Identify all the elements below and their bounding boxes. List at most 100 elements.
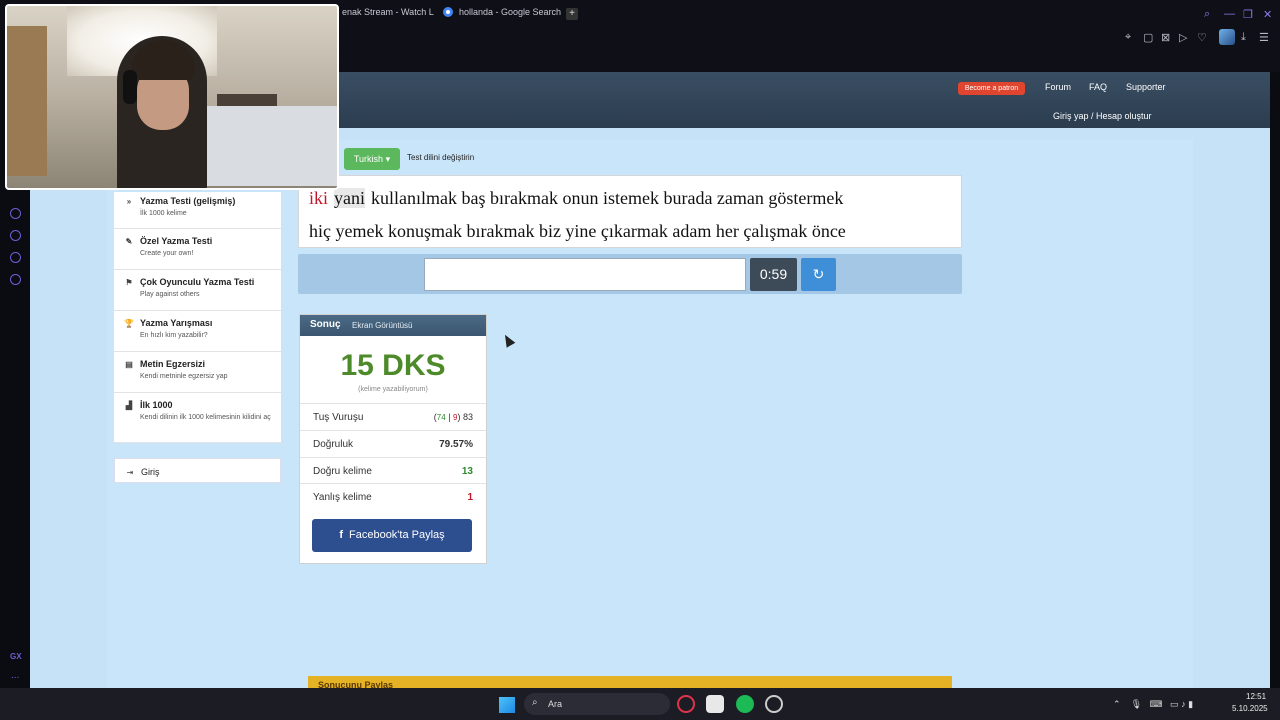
document-icon: ▤ (125, 359, 133, 369)
screenshot-link[interactable]: Ekran Görüntüsü (352, 321, 412, 330)
new-tab-button[interactable]: + (566, 8, 578, 20)
correct-words-row: Doğru kelime 13 (300, 457, 486, 484)
menu-item-subtitle: Kendi metninle egzersiz yap (140, 373, 228, 380)
result-panel: Sonuç Ekran Görüntüsü 15 DKS (kelime yaz… (299, 314, 487, 564)
menu-item-subtitle: Kendi dilinin ilk 1000 kelimesinin kilid… (140, 414, 271, 421)
clock-time[interactable]: 12:51 (1246, 692, 1266, 701)
keystrokes-total: 83 (462, 412, 473, 422)
menu-item-competition[interactable]: 🏆 Yazma Yarışması En hızlı kim yazabilir? (114, 311, 281, 352)
windows-start-button[interactable] (499, 697, 515, 713)
language-select-button[interactable]: Turkish ▾ (344, 148, 400, 170)
refresh-icon: ↻ (812, 266, 825, 282)
facebook-icon: f (339, 529, 343, 541)
menu-item-custom-test[interactable]: ✎ Özel Yazma Testi Create your own! (114, 229, 281, 270)
snapshot-icon[interactable]: ▢ (1143, 31, 1153, 44)
battery-icon[interactable]: ▮ (1188, 699, 1193, 709)
shield-icon[interactable]: ⊠ (1161, 31, 1170, 44)
correct-words-value: 13 (461, 466, 473, 477)
pin-icon[interactable]: ⌖ (1125, 31, 1131, 44)
keystrokes-value: (74 | 9) 83 (433, 412, 473, 422)
patreon-button[interactable]: Become a patron (958, 82, 1025, 95)
reload-button[interactable]: ↻ (801, 258, 836, 291)
webcam-overlay (5, 4, 339, 190)
wpm-value: 15 DKS (340, 349, 446, 382)
webcam-bed (197, 106, 337, 186)
keystrokes-correct: 74 (436, 413, 446, 422)
opera-gx-app-icon[interactable] (677, 695, 695, 713)
history-icon[interactable] (10, 230, 21, 241)
keyboard-icon[interactable]: ⌨ (1150, 699, 1163, 709)
keystrokes-label: Tuş Vuruşu (313, 412, 364, 423)
file-explorer-icon[interactable] (706, 695, 724, 713)
share-result-bar: Sonucunu Paylaş (308, 676, 952, 688)
download-icon[interactable]: ⤓ (1241, 31, 1246, 44)
extensions-icon[interactable] (10, 252, 21, 263)
system-tray[interactable]: ⌃ 🎙 ⌨ ▭ ♪ ▮ (1113, 699, 1193, 710)
menu-login[interactable]: ⇥ Giriş (114, 458, 281, 483)
nav-faq[interactable]: FAQ (1089, 82, 1107, 92)
restore-icon[interactable]: ❐ (1243, 8, 1253, 21)
menu-icon[interactable]: ☰ (1259, 31, 1269, 44)
current-word: iki (309, 188, 329, 208)
more-icon[interactable]: ... (11, 670, 19, 681)
correct-words-label: Doğru kelime (313, 466, 372, 477)
nav-forum[interactable]: Forum (1045, 82, 1071, 92)
menu-item-title: Metin Egzersizi (140, 359, 206, 369)
accuracy-row: Doğruluk 79.57% (300, 430, 486, 457)
wrong-words-row: Yanlış kelime 1 (300, 483, 486, 510)
trophy-icon: 🏆 (124, 318, 134, 328)
menu-item-advanced-test[interactable]: » Yazma Testi (gelişmiş) İlk 1000 kelime (114, 192, 281, 229)
menu-item-subtitle: En hızlı kim yazabilir? (140, 332, 208, 339)
site-menu: » Yazma Testi (gelişmiş) İlk 1000 kelime … (114, 192, 281, 443)
search-label: Ara (548, 699, 563, 709)
settings-icon[interactable] (10, 274, 21, 285)
facebook-share-button[interactable]: f Facebook'ta Paylaş (312, 519, 472, 552)
steam-icon[interactable] (765, 695, 783, 713)
close-icon[interactable]: ✕ (1263, 8, 1272, 21)
accuracy-label: Doğruluk (313, 439, 354, 450)
menu-item-title: Yazma Yarışması (140, 318, 213, 328)
words-display: iki yani kullanılmak baş bırakmak onun ist… (298, 175, 962, 248)
login-register-link[interactable]: Giriş yap / Hesap oluştur (1053, 111, 1152, 121)
taskbar-search[interactable]: ⌕ Ara (524, 693, 670, 715)
next-word: yani (334, 188, 366, 208)
chevron-up-icon[interactable]: ⌃ (1113, 699, 1121, 709)
typing-input[interactable] (424, 258, 746, 291)
menu-item-subtitle: Play against others (140, 291, 200, 298)
menu-item-title: Özel Yazma Testi (140, 236, 213, 246)
volume-icon[interactable]: ♪ (1181, 699, 1186, 709)
profile-avatar[interactable] (1219, 29, 1235, 45)
tab-label: enak Stream - Watch L (342, 7, 434, 17)
menu-item-top-1000[interactable]: ▟ İlk 1000 Kendi dilinin ilk 1000 kelimes… (114, 393, 281, 443)
network-icon[interactable]: ▭ (1170, 699, 1179, 709)
gx-logo[interactable]: GX (10, 652, 22, 661)
words-line-2: hiç yemek konuşmak bırakmak biz yine çık… (309, 221, 846, 241)
keystrokes-wrong: 9 (453, 413, 458, 422)
microphone-icon[interactable]: 🎙 (1131, 699, 1142, 709)
play-icon[interactable]: ▷ (1179, 31, 1187, 44)
tab-stream[interactable]: enak Stream - Watch L (342, 7, 434, 17)
webcam-headset (123, 70, 137, 104)
countdown-timer: 0:59 (750, 258, 797, 291)
change-language-link[interactable]: Test dilini değiştirin (407, 153, 474, 162)
heart-icon[interactable]: ♡ (1197, 31, 1207, 44)
search-icon: ⌕ (532, 697, 538, 708)
menu-item-title: Çok Oyunculu Yazma Testi (140, 277, 255, 287)
nav-supporter[interactable]: Supporter (1126, 82, 1166, 92)
tab-google-search[interactable]: hollanda - Google Search (443, 7, 561, 17)
player-icon[interactable] (10, 208, 21, 219)
accuracy-value: 79.57% (439, 439, 473, 450)
custom-icon: ✎ (125, 236, 133, 246)
minimize-icon[interactable]: — (1224, 8, 1235, 20)
menu-item-text-practice[interactable]: ▤ Metin Egzersizi Kendi metninle egzersiz… (114, 352, 281, 393)
words-line-1: kullanılmak baş bırakmak onun istemek bu… (371, 188, 844, 208)
webcam-wardrobe (7, 26, 47, 176)
caret-down-icon: ▾ (385, 154, 391, 164)
result-title: Sonuç (310, 319, 341, 330)
tab-label: hollanda - Google Search (459, 7, 562, 17)
clock-date[interactable]: 5.10.2025 (1232, 704, 1268, 713)
menu-item-multiplayer[interactable]: ⚑ Çok Oyunculu Yazma Testi Play against o… (114, 270, 281, 311)
search-icon[interactable]: ⌕ (1204, 8, 1210, 21)
wrong-words-value: 1 (467, 492, 473, 503)
spotify-icon[interactable] (736, 695, 754, 713)
